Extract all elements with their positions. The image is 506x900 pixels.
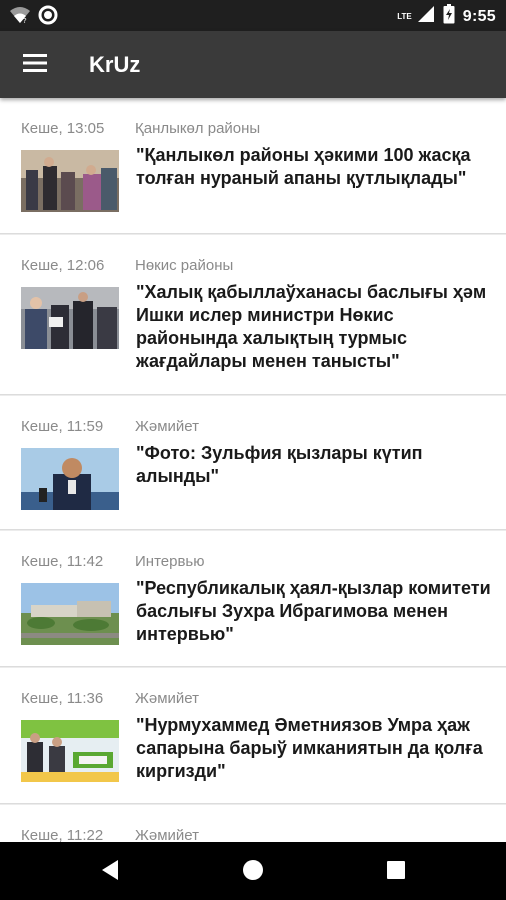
news-item[interactable]: Кеше, 11:42 Интервью "Республикалық ҳаял… xyxy=(0,531,506,667)
news-thumbnail xyxy=(21,448,119,510)
news-thumbnail xyxy=(21,583,119,645)
recents-button[interactable] xyxy=(380,856,412,888)
signal-icon xyxy=(417,5,435,28)
news-headline: "Қанлыкөл районы ҳәкими 100 жасқа толған… xyxy=(136,145,471,188)
news-headline: "Республикалық ҳаял-қызлар комитети басл… xyxy=(136,578,491,644)
wifi-icon: ? xyxy=(10,6,30,29)
news-category: Нөкис районы xyxy=(135,257,234,274)
news-time: Кеше, 12:06 xyxy=(21,257,105,274)
news-time: Кеше, 11:59 xyxy=(21,418,104,435)
news-time: Кеше, 11:22 xyxy=(21,827,104,842)
network-type-label: LTE xyxy=(397,11,412,21)
menu-button[interactable] xyxy=(14,44,56,86)
news-feed[interactable]: Кеше, 13:05 Қанлыкөл районы "Қанлыкөл ра… xyxy=(0,98,506,842)
recents-icon xyxy=(386,860,406,885)
back-icon xyxy=(100,859,120,886)
news-item[interactable]: Кеше, 11:59 Жәмийет "Фото: Зульфия қызла… xyxy=(0,396,506,530)
news-time: Кеше, 13:05 xyxy=(21,120,105,137)
news-category: Интервью xyxy=(135,553,205,570)
news-category: Жәмийет xyxy=(135,418,199,435)
news-item[interactable]: Кеше, 12:06 Нөкис районы "Халық қабыллаў… xyxy=(0,235,506,395)
news-thumbnail xyxy=(21,150,119,212)
svg-text:?: ? xyxy=(23,17,27,24)
status-bar: ? LTE 9:55 xyxy=(0,0,506,31)
status-right-icons: LTE 9:55 xyxy=(397,4,496,29)
news-thumbnail xyxy=(21,287,119,349)
news-headline: "Нурмухаммед Әметниязов Умра ҳаж сапарын… xyxy=(136,715,483,781)
status-time: 9:55 xyxy=(462,7,496,25)
news-category: Жәмийет xyxy=(135,827,199,842)
news-category: Жәмийет xyxy=(135,690,199,707)
news-time: Кеше, 11:36 xyxy=(21,690,104,707)
battery-icon xyxy=(443,4,455,29)
news-item[interactable]: Кеше, 11:22 Жәмийет xyxy=(0,805,506,842)
news-item[interactable]: Кеше, 13:05 Қанлыкөл районы "Қанлыкөл ра… xyxy=(0,98,506,234)
navigation-bar xyxy=(0,842,506,900)
status-left-icons: ? xyxy=(10,5,58,30)
back-button[interactable] xyxy=(94,856,126,888)
app-bar: KrUz xyxy=(0,31,506,98)
news-headline: "Фото: Зульфия қызлары күтип алынды" xyxy=(136,443,423,486)
news-thumbnail xyxy=(21,720,119,782)
news-headline: "Халық қабыллаўханасы баслығы ҳәм Ишки и… xyxy=(136,282,487,371)
app-title: KrUz xyxy=(89,52,141,77)
circle-notification-icon xyxy=(38,5,58,30)
news-time: Кеше, 11:42 xyxy=(21,553,104,570)
hamburger-menu-icon xyxy=(23,53,47,77)
news-item[interactable]: Кеше, 11:36 Жәмийет "Нурмухаммед Әметния… xyxy=(0,668,506,804)
news-category: Қанлыкөл районы xyxy=(135,120,261,137)
home-button[interactable] xyxy=(237,856,269,888)
home-icon xyxy=(242,859,264,886)
